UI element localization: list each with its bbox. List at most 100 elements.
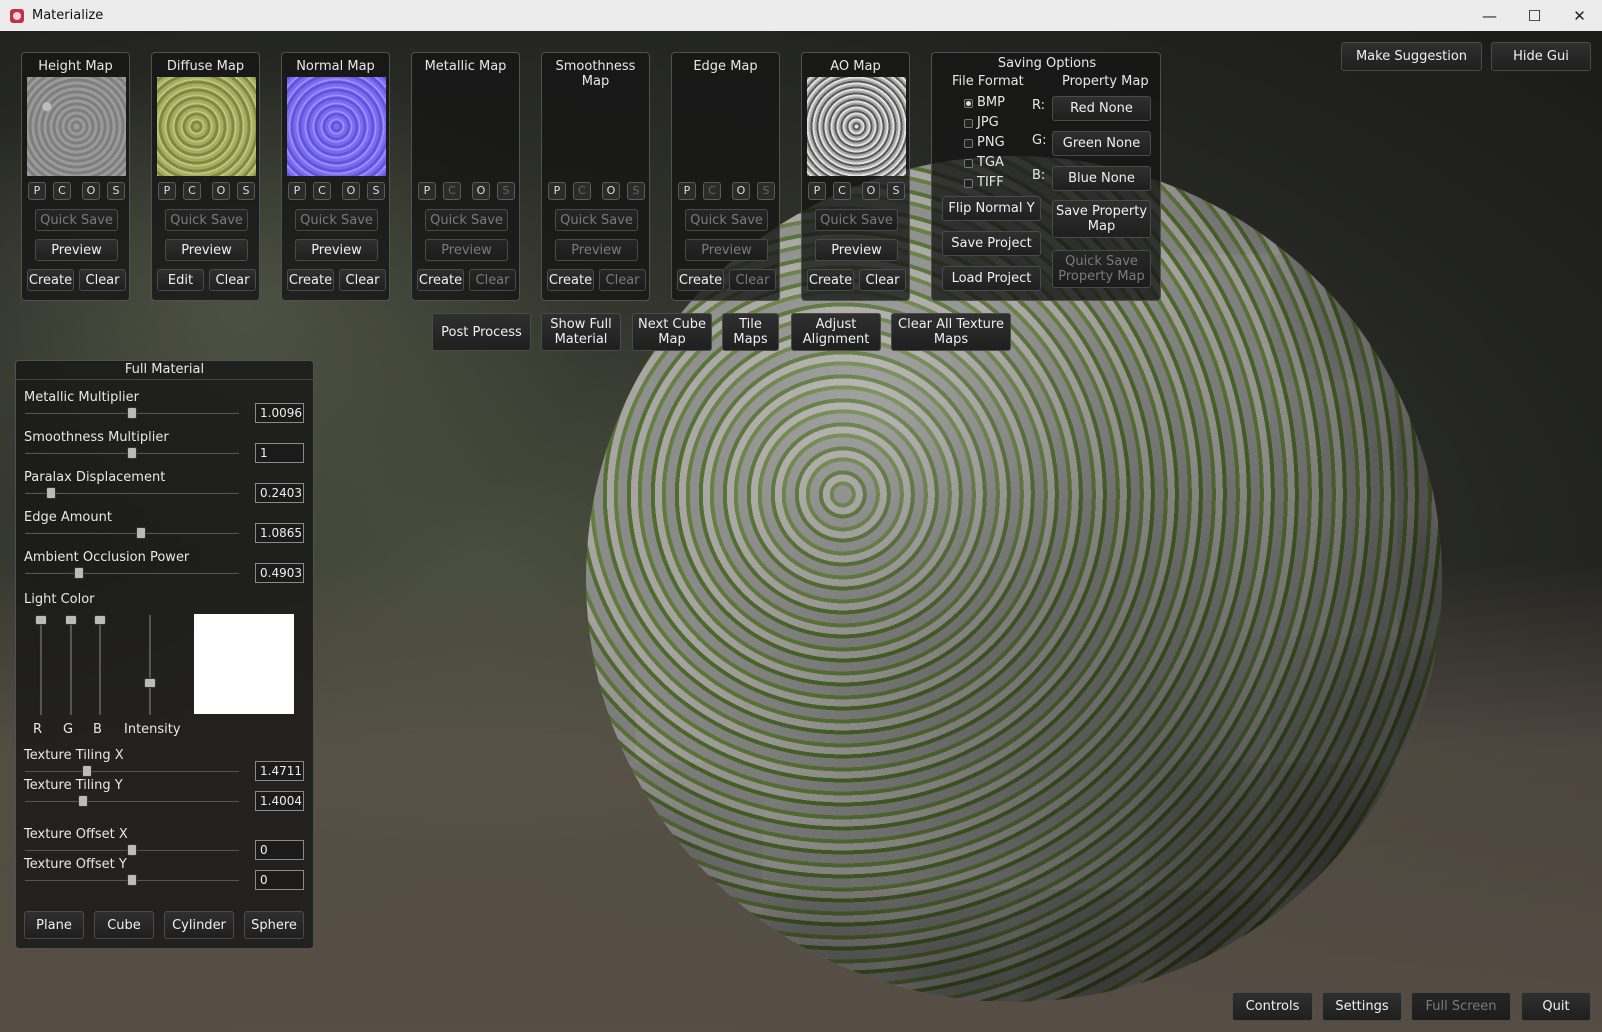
map-channel-button[interactable]: C: [313, 182, 331, 200]
post-process-button[interactable]: Post Process: [432, 313, 531, 351]
format-label-png[interactable]: PNG: [977, 135, 1005, 150]
slider-value-field[interactable]: 0.2403: [255, 483, 304, 503]
show-full-material-button[interactable]: Show Full Material: [541, 313, 621, 351]
map-channel-button[interactable]: C: [443, 182, 461, 200]
load-project-button[interactable]: Load Project: [942, 266, 1041, 291]
map-channel-button[interactable]: C: [573, 182, 591, 200]
clear-button[interactable]: Clear: [79, 269, 126, 291]
map-channel-button[interactable]: P: [28, 182, 46, 200]
format-label-tga[interactable]: TGA: [977, 155, 1004, 170]
format-radio-png[interactable]: [964, 139, 973, 148]
next-cube-map-button[interactable]: Next Cube Map: [632, 313, 712, 351]
map-thumbnail[interactable]: [547, 77, 646, 176]
preview-button[interactable]: Preview: [165, 239, 248, 261]
create-button[interactable]: Create: [27, 269, 74, 291]
slider-knob[interactable]: [73, 567, 84, 579]
preview-button[interactable]: Preview: [555, 239, 638, 261]
slider-track[interactable]: [25, 795, 239, 807]
red-channel-button[interactable]: Red None: [1052, 96, 1151, 121]
shape-button-plane[interactable]: Plane: [24, 911, 84, 939]
quick-save-button[interactable]: Quick Save: [685, 209, 768, 231]
map-thumbnail[interactable]: [157, 77, 256, 176]
slider-knob[interactable]: [45, 487, 56, 499]
slider-track[interactable]: [25, 567, 239, 579]
slider-value-field[interactable]: 0.4903: [255, 563, 304, 583]
map-channel-button[interactable]: P: [158, 182, 176, 200]
slider-value-field[interactable]: 0: [255, 840, 304, 860]
format-radio-bmp[interactable]: [964, 99, 973, 108]
map-thumbnail[interactable]: [27, 77, 126, 176]
preview-button[interactable]: Preview: [425, 239, 508, 261]
green-channel-button[interactable]: Green None: [1052, 131, 1151, 156]
map-channel-button[interactable]: P: [548, 182, 566, 200]
create-button[interactable]: Create: [807, 269, 854, 291]
slider-knob[interactable]: [77, 795, 88, 807]
light-b-slider-knob[interactable]: [94, 615, 106, 625]
format-radio-jpg[interactable]: [964, 119, 973, 128]
create-button[interactable]: Create: [287, 269, 334, 291]
map-channel-button[interactable]: S: [757, 182, 775, 200]
slider-knob[interactable]: [135, 527, 146, 539]
slider-knob[interactable]: [127, 874, 137, 886]
map-channel-button[interactable]: C: [703, 182, 721, 200]
create-button[interactable]: Create: [677, 269, 724, 291]
slider-track[interactable]: [25, 447, 239, 459]
map-channel-button[interactable]: C: [53, 182, 71, 200]
light-r-slider-knob[interactable]: [35, 615, 47, 625]
map-channel-button[interactable]: O: [82, 182, 100, 200]
create-button[interactable]: Create: [417, 269, 464, 291]
map-channel-button[interactable]: S: [887, 182, 905, 200]
map-channel-button[interactable]: S: [497, 182, 515, 200]
map-channel-button[interactable]: O: [732, 182, 750, 200]
settings-button[interactable]: Settings: [1322, 992, 1402, 1021]
clear-button[interactable]: Clear: [209, 269, 256, 291]
map-channel-button[interactable]: P: [418, 182, 436, 200]
map-channel-button[interactable]: O: [862, 182, 880, 200]
map-thumbnail[interactable]: [287, 77, 386, 176]
create-button[interactable]: Create: [547, 269, 594, 291]
slider-knob[interactable]: [82, 765, 93, 777]
slider-value-field[interactable]: 1.4004: [255, 791, 304, 811]
map-channel-button[interactable]: S: [237, 182, 255, 200]
clear-button[interactable]: Clear: [859, 269, 906, 291]
slider-track[interactable]: [25, 874, 239, 886]
hide-gui-button[interactable]: Hide Gui: [1491, 42, 1591, 71]
preview-button[interactable]: Preview: [815, 239, 898, 261]
format-radio-tga[interactable]: [964, 159, 973, 168]
quick-save-button[interactable]: Quick Save: [425, 209, 508, 231]
map-channel-button[interactable]: C: [833, 182, 851, 200]
map-thumbnail[interactable]: [417, 77, 516, 176]
map-channel-button[interactable]: C: [183, 182, 201, 200]
maximize-icon[interactable]: ☐: [1512, 0, 1557, 31]
quit-button[interactable]: Quit: [1521, 992, 1591, 1021]
map-thumbnail[interactable]: [807, 77, 906, 176]
clear-all-texture-maps-button[interactable]: Clear All Texture Maps: [891, 313, 1011, 351]
clear-button[interactable]: Clear: [339, 269, 386, 291]
save-property-map-button[interactable]: Save Property Map: [1052, 200, 1151, 238]
slider-knob[interactable]: [127, 844, 137, 856]
quick-save-button[interactable]: Quick Save: [165, 209, 248, 231]
format-radio-tiff[interactable]: [964, 179, 973, 188]
light-g-slider[interactable]: [65, 615, 77, 715]
light-r-slider[interactable]: [35, 615, 47, 715]
minimize-icon[interactable]: —: [1467, 0, 1512, 31]
slider-track[interactable]: [25, 527, 239, 539]
create-button[interactable]: Edit: [157, 269, 204, 291]
slider-knob[interactable]: [127, 407, 137, 419]
slider-value-field[interactable]: 1.4711: [255, 761, 304, 781]
map-channel-button[interactable]: S: [627, 182, 645, 200]
light-intensity-slider-knob[interactable]: [144, 678, 156, 688]
quick-save-property-map-button[interactable]: Quick Save Property Map: [1052, 250, 1151, 288]
format-label-jpg[interactable]: JPG: [977, 115, 999, 130]
adjust-alignment-button[interactable]: Adjust Alignment: [791, 313, 881, 351]
clear-button[interactable]: Clear: [469, 269, 516, 291]
map-channel-button[interactable]: O: [212, 182, 230, 200]
slider-track[interactable]: [25, 765, 239, 777]
light-b-slider[interactable]: [94, 615, 106, 715]
format-label-tiff[interactable]: TIFF: [977, 175, 1004, 190]
shape-button-cube[interactable]: Cube: [94, 911, 154, 939]
tile-maps-button[interactable]: Tile Maps: [722, 313, 779, 351]
slider-value-field[interactable]: 1.0096: [255, 403, 304, 423]
slider-track[interactable]: [25, 487, 239, 499]
controls-button[interactable]: Controls: [1232, 992, 1313, 1021]
